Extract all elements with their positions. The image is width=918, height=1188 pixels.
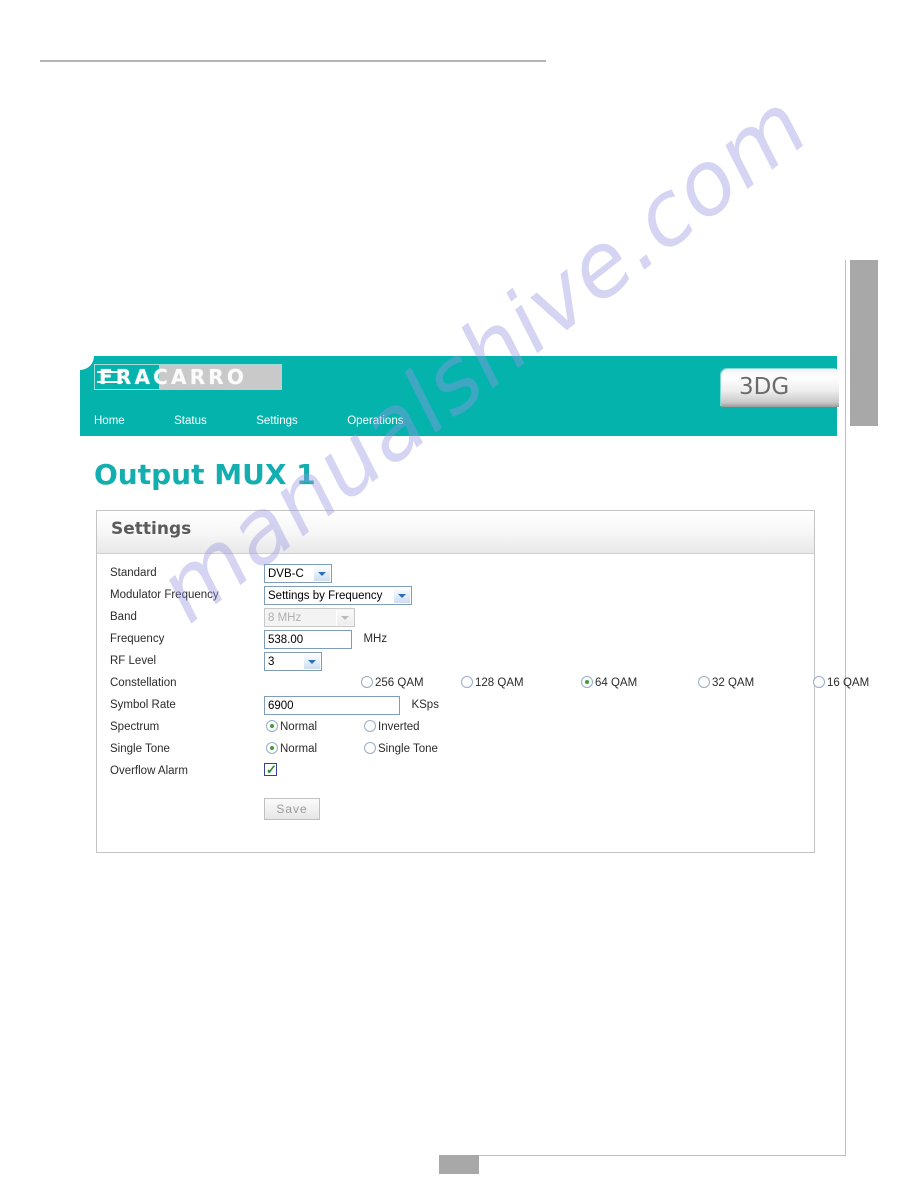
radio-icon[interactable] [698,676,710,688]
band-select: 8 MHz [264,608,355,627]
label-frequency: Frequency [110,633,165,645]
settings-panel-body: Standard DVB-C Modulator Frequency Setti… [97,554,869,852]
row-modulator-frequency: Modulator Frequency Settings by Frequenc… [97,586,814,608]
label-symbol-rate: Symbol Rate [110,699,176,711]
row-standard: Standard DVB-C [97,564,814,586]
frequency-unit: MHz [363,633,388,645]
spectrum-option-normal[interactable]: Normal [266,720,317,734]
radio-icon[interactable] [364,742,376,754]
constellation-option-32qam-label: 32 QAM [712,677,755,689]
control-frequency: 538.00 MHz [264,630,387,649]
label-spectrum: Spectrum [110,721,160,733]
radio-icon[interactable] [581,676,593,688]
main-nav[interactable]: Home Status Settings Operations [94,411,403,431]
label-modulator-frequency: Modulator Frequency [110,589,219,601]
overflow-alarm-checkbox[interactable]: ✓ [264,762,277,777]
single-tone-option-normal[interactable]: Normal [266,742,317,756]
constellation-option-64qam-label: 64 QAM [595,677,638,689]
spectrum-option-inverted[interactable]: Inverted [364,720,420,734]
logo-fr-text: FR [99,365,135,389]
control-band: 8 MHz [264,608,355,627]
chevron-down-icon[interactable] [313,566,330,581]
page-number-box [439,1155,479,1174]
row-rf-level: RF Level 3 [97,652,814,674]
save-button[interactable]: Save [264,798,320,820]
row-symbol-rate: Symbol Rate 6900 KSps [97,696,814,718]
standard-select[interactable]: DVB-C [264,564,332,583]
row-spectrum: Spectrum Normal Inverted [97,718,814,740]
row-constellation: Constellation 256 QAM 128 QAM 64 QAM 32 … [97,674,869,696]
label-single-tone: Single Tone [110,743,170,755]
constellation-option-256qam[interactable]: 256 QAM [361,676,424,690]
single-tone-option-singletone-label: Single Tone [378,743,438,755]
label-constellation: Constellation [110,677,177,689]
modulator-frequency-select[interactable]: Settings by Frequency [264,586,412,605]
page-edge-thumb-tab [850,260,878,426]
page-frame-bottom-line [440,1155,846,1156]
fracarro-logo: FRACARRO [94,364,282,390]
logo-acarro-text: ACARRO [134,365,248,389]
symbol-rate-input[interactable]: 6900 [264,696,400,715]
page-top-rule [40,60,546,62]
control-standard: DVB-C [264,564,332,583]
rf-level-select[interactable]: 3 [264,652,322,671]
nav-item-status[interactable]: Status [174,411,207,431]
page-frame-right-line [845,260,846,1155]
chevron-down-icon[interactable] [303,654,320,669]
constellation-option-128qam[interactable]: 128 QAM [461,676,524,690]
settings-panel: Settings Standard DVB-C Modulator Freque… [96,510,869,853]
label-standard: Standard [110,567,157,579]
radio-icon[interactable] [461,676,473,688]
model-tab-label: 3DG [739,374,790,400]
modulator-frequency-select-value: Settings by Frequency [268,590,383,602]
radio-icon[interactable] [364,720,376,732]
row-save: Save [97,784,814,828]
frequency-input[interactable]: 538.00 [264,630,352,649]
ui-header-bar: FRACARRO 3DG Home Status Settings Operat… [80,356,839,436]
check-icon: ✓ [266,762,277,777]
constellation-option-64qam[interactable]: 64 QAM [581,676,637,690]
control-symbol-rate: 6900 KSps [264,696,439,715]
single-tone-option-singletone[interactable]: Single Tone [364,742,438,756]
spectrum-option-inverted-label: Inverted [378,721,420,733]
radio-icon[interactable] [266,742,278,754]
constellation-option-128qam-label: 128 QAM [475,677,524,689]
settings-panel-header: Settings [97,511,814,554]
label-overflow-alarm: Overflow Alarm [110,765,188,777]
control-modulator-frequency: Settings by Frequency [264,586,412,605]
constellation-option-16qam-label: 16 QAM [827,677,870,689]
spectrum-option-normal-label: Normal [280,721,318,733]
nav-item-operations[interactable]: Operations [347,411,403,431]
single-tone-option-normal-label: Normal [280,743,318,755]
nav-item-home[interactable]: Home [94,411,125,431]
row-frequency: Frequency 538.00 MHz [97,630,814,652]
label-rf-level: RF Level [110,655,157,667]
page-title: Output MUX 1 [94,458,316,491]
row-band: Band 8 MHz [97,608,814,630]
constellation-option-16qam[interactable]: 16 QAM [813,676,869,690]
label-band: Band [110,611,137,623]
chevron-down-icon[interactable] [393,588,410,603]
settings-panel-title: Settings [111,519,192,539]
constellation-option-32qam[interactable]: 32 QAM [698,676,754,690]
chevron-down-icon [336,610,353,625]
row-overflow-alarm: Overflow Alarm ✓ [97,762,814,784]
radio-icon[interactable] [361,676,373,688]
embedded-web-ui-screenshot: FRACARRO 3DG Home Status Settings Operat… [80,356,869,853]
constellation-option-256qam-label: 256 QAM [375,677,424,689]
radio-icon[interactable] [266,720,278,732]
row-single-tone: Single Tone Normal Single Tone [97,740,814,762]
symbol-rate-unit: KSps [411,699,439,711]
nav-item-settings[interactable]: Settings [256,411,298,431]
logo-wordmark: FRACARRO [99,366,247,388]
radio-icon[interactable] [813,676,825,688]
model-tab: 3DG [721,369,839,407]
control-rf-level: 3 [264,652,322,671]
